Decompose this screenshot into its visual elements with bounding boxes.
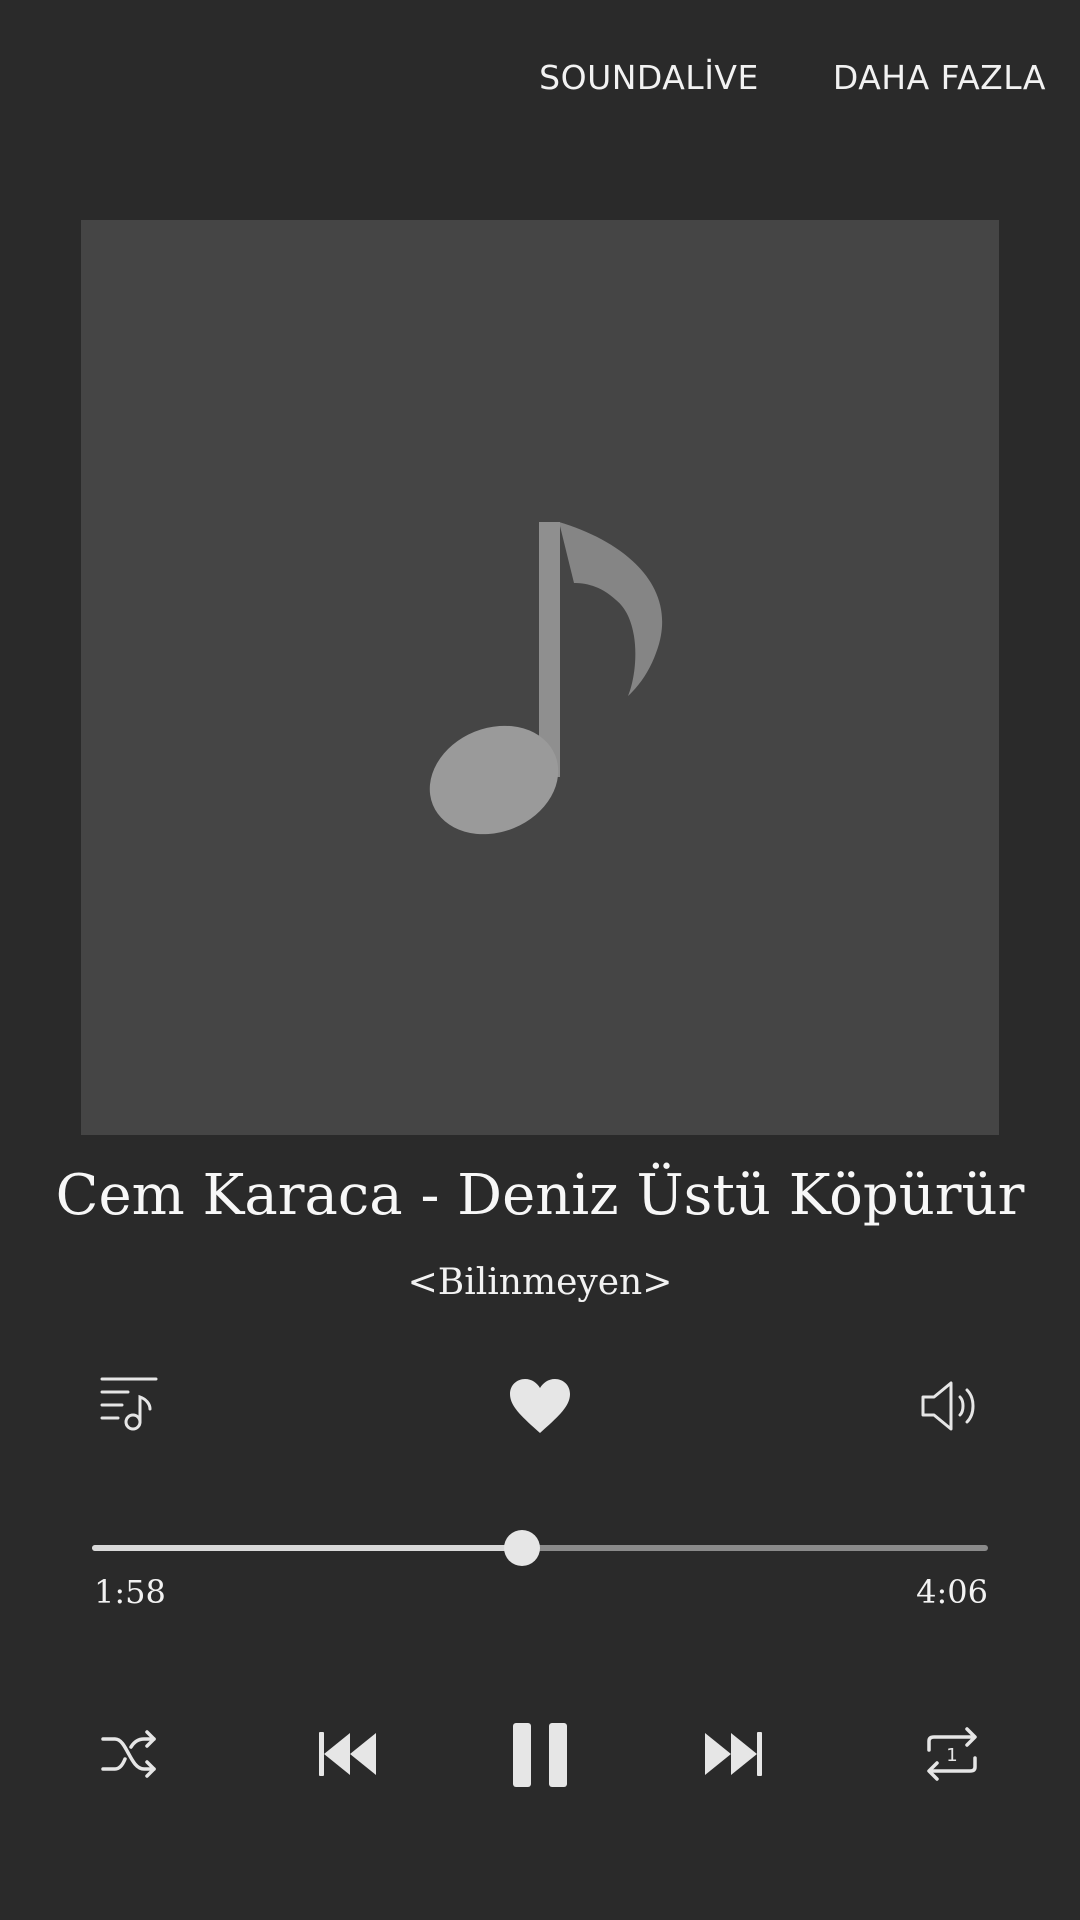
more-options-button[interactable]: DAHA FAZLA: [833, 58, 1046, 97]
previous-button[interactable]: [318, 1731, 378, 1777]
skip-previous-icon: [319, 1732, 376, 1776]
music-player-screen: SOUNDALİVE DAHA FAZLA Cem Karaca - Deniz…: [0, 0, 1080, 1920]
pause-icon: [513, 1723, 567, 1787]
soundalive-button[interactable]: SOUNDALİVE: [539, 58, 759, 97]
album-art: [81, 220, 999, 1135]
next-button[interactable]: [703, 1731, 763, 1777]
seek-progress: [92, 1545, 523, 1551]
seek-bar[interactable]: [92, 1530, 988, 1566]
volume-icon: [921, 1381, 975, 1431]
repeat-one-icon: 1: [927, 1727, 977, 1781]
favorite-button[interactable]: [509, 1378, 571, 1434]
svg-text:1: 1: [946, 1745, 957, 1766]
seek-thumb[interactable]: [504, 1530, 541, 1566]
top-bar: SOUNDALİVE DAHA FAZLA: [539, 58, 1046, 97]
shuffle-icon: [101, 1730, 156, 1778]
repeat-button[interactable]: 1: [924, 1725, 980, 1783]
volume-button[interactable]: [920, 1380, 982, 1432]
total-time: 4:06: [916, 1573, 988, 1611]
song-title: Cem Karaca - Deniz Üstü Köpürür: [55, 1163, 1025, 1228]
queue-music-icon: [100, 1377, 158, 1431]
pause-button[interactable]: [512, 1722, 568, 1788]
playlist-button[interactable]: [98, 1375, 160, 1433]
music-note-icon: [429, 522, 663, 835]
elapsed-time: 1:58: [94, 1573, 166, 1611]
heart-icon: [510, 1379, 570, 1433]
skip-next-icon: [705, 1732, 762, 1776]
song-artist: <Bilinmeyen>: [407, 1262, 673, 1303]
shuffle-button[interactable]: [100, 1728, 158, 1780]
